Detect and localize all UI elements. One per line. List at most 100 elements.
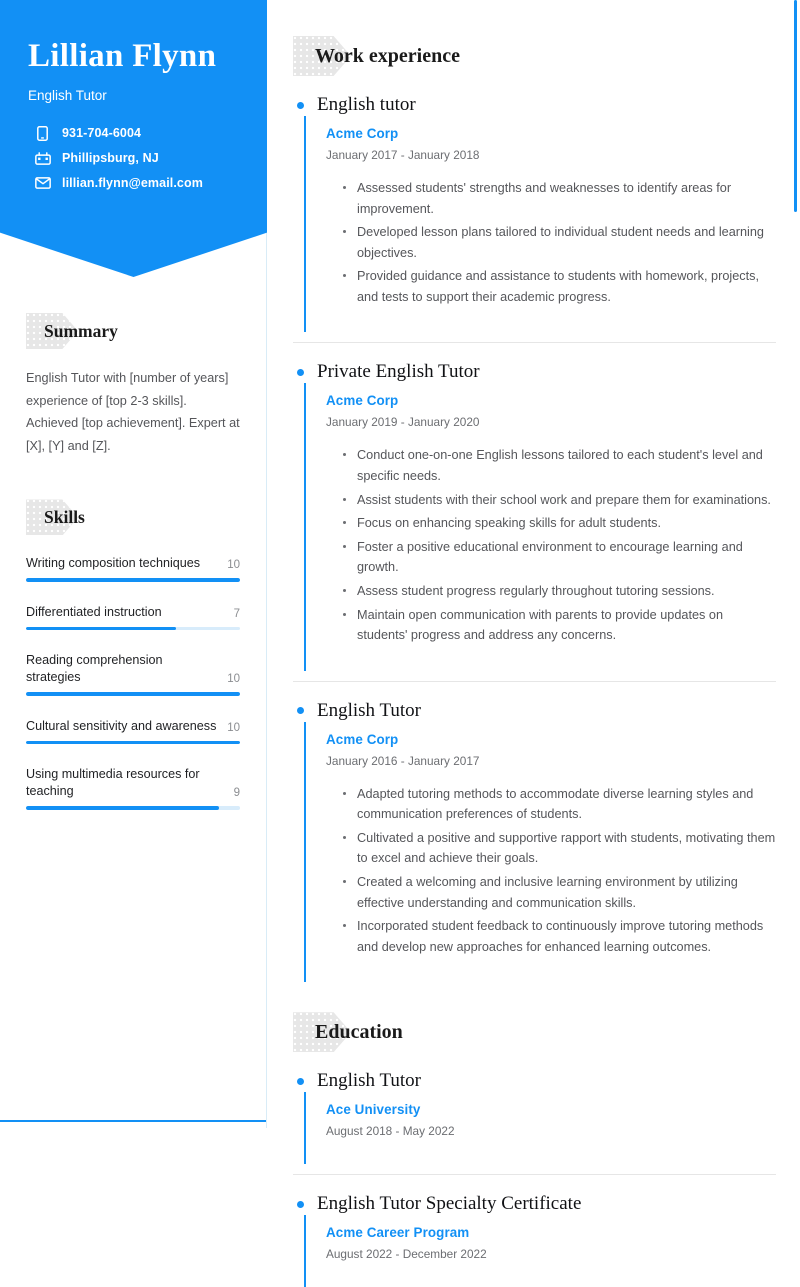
entry-title-row: English Tutor <box>293 1070 776 1092</box>
skill-progress-bar <box>26 740 240 745</box>
summary-heading: Summary <box>26 313 144 349</box>
skill-progress-fill <box>26 806 219 810</box>
work-experience-list: English tutor Acme Corp January 2017 - Jan… <box>293 76 776 983</box>
entry-title: Private English Tutor <box>317 361 480 383</box>
skill-name: Reading comprehension strategies <box>26 653 163 685</box>
experience-entry: English tutor Acme Corp January 2017 - Jan… <box>293 76 776 333</box>
entry-organization[interactable]: Acme Corp <box>326 732 776 747</box>
education-heading: Education <box>293 1012 429 1052</box>
skill-value: 9 <box>233 787 240 800</box>
skill-header: Differentiated instruction 7 <box>26 604 240 621</box>
skill-name: Using multimedia resources for teaching <box>26 767 200 799</box>
email-icon <box>34 176 51 191</box>
entry-bullet: Created a welcoming and inclusive learni… <box>343 872 776 913</box>
main-content: Work experience English tutor Acme Corp Ja… <box>267 0 800 1287</box>
contact-location-value: Phillipsburg, NJ <box>62 151 159 166</box>
entry-title: English Tutor <box>317 699 422 721</box>
entry-body: Ace University August 2018 - May 2022 <box>304 1092 776 1165</box>
bullet-dot-icon <box>297 707 304 715</box>
skill-item: Using multimedia resources for teaching 9 <box>26 766 240 810</box>
entry-body: Acme Corp January 2017 - January 2018 Asse… <box>304 116 776 333</box>
page-title: Lillian Flynn <box>28 38 217 74</box>
contact-email-value: lillian.flynn@email.com <box>62 176 203 191</box>
summary-text: English Tutor with [number of years] exp… <box>26 371 240 453</box>
entry-dates: August 2018 - May 2022 <box>326 1124 455 1139</box>
skill-header: Using multimedia resources for teaching 9 <box>26 766 240 800</box>
entry-body: Acme Corp January 2019 - January 2020 Cond… <box>304 383 776 671</box>
entry-dates: January 2017 - January 2018 <box>326 148 480 162</box>
experience-entry: English Tutor Specialty Certificate Acme … <box>293 1174 776 1287</box>
skill-item: Differentiated instruction 7 <box>26 604 240 631</box>
resume-page: Lillian Flynn English Tutor 931-704-6004 <box>0 0 800 1287</box>
skill-name: Writing composition techniques <box>26 556 201 571</box>
entry-title-row: English Tutor Specialty Certificate <box>293 1193 776 1215</box>
skill-name: Differentiated instruction <box>26 604 162 619</box>
entry-dates: January 2016 - January 2017 <box>326 753 480 768</box>
entry-title: English Tutor <box>317 1070 422 1092</box>
summary-heading-label: Summary <box>44 321 118 341</box>
entry-bullet: Provided guidance and assistance to stud… <box>343 266 776 307</box>
skill-item: Writing composition techniques 10 <box>26 555 240 582</box>
entry-bullet: Conduct one-on-one English lessons tailo… <box>343 445 776 486</box>
entry-bullet: Developed lesson plans tailored to indiv… <box>343 222 776 263</box>
skill-progress-fill <box>26 692 240 696</box>
skill-progress-fill <box>26 578 240 582</box>
bullet-dot-icon <box>297 1077 304 1085</box>
skill-header: Reading comprehension strategies 10 <box>26 652 240 686</box>
entry-title-row: English Tutor <box>293 700 776 722</box>
work-experience-heading: Work experience <box>293 36 486 76</box>
entry-body: Acme Career Program August 2022 - Decembe… <box>304 1215 776 1287</box>
education-heading-label: Education <box>315 1021 403 1044</box>
skills-heading-label: Skills <box>44 507 85 528</box>
entry-organization[interactable]: Acme Corp <box>326 126 776 141</box>
entry-bullet: Adapted tutoring methods to accommodate … <box>343 784 776 825</box>
bullet-dot-icon <box>297 368 304 376</box>
skill-progress-bar <box>26 578 240 582</box>
contact-list: 931-704-6004 Phillipsburg, NJ lillian.fl… <box>28 125 239 191</box>
contact-email[interactable]: lillian.flynn@email.com <box>34 176 239 191</box>
contact-location[interactable]: Phillipsburg, NJ <box>34 151 239 166</box>
entry-organization[interactable]: Ace University <box>326 1102 776 1117</box>
skill-progress-fill <box>26 740 240 745</box>
entry-bullet: Incorporated student feedback to continu… <box>343 916 776 957</box>
skill-value: 10 <box>227 673 240 686</box>
entry-bullet: Focus on enhancing speaking skills for a… <box>343 513 776 534</box>
contact-phone[interactable]: 931-704-6004 <box>34 125 239 141</box>
skill-progress-bar <box>26 692 240 696</box>
entry-title: English Tutor Specialty Certificate <box>317 1193 582 1215</box>
location-icon <box>34 151 51 166</box>
entry-title-row: Private English Tutor <box>293 361 776 383</box>
entry-organization[interactable]: Acme Career Program <box>326 1225 776 1240</box>
skill-value: 10 <box>227 559 240 572</box>
skill-item: Reading comprehension strategies 10 <box>26 652 240 696</box>
experience-entry: English Tutor Acme Corp January 2016 - Jan… <box>293 680 776 983</box>
skill-value: 10 <box>227 721 240 734</box>
skills-heading: Skills <box>26 499 111 535</box>
header-banner: Lillian Flynn English Tutor 931-704-6004 <box>0 0 267 277</box>
entry-bullet: Maintain open communication with parents… <box>343 605 776 646</box>
scrollbar-thumb[interactable] <box>794 0 797 212</box>
skill-header: Cultural sensitivity and awareness 10 <box>26 718 240 735</box>
entry-bullet-list: Conduct one-on-one English lessons tailo… <box>326 445 776 645</box>
experience-entry: Private English Tutor Acme Corp January 20… <box>293 342 776 671</box>
entry-title-row: English tutor <box>293 94 776 116</box>
phone-icon <box>34 125 51 141</box>
entry-organization[interactable]: Acme Corp <box>326 393 776 408</box>
sidebar: Lillian Flynn English Tutor 931-704-6004 <box>0 0 267 1128</box>
entry-bullet: Assist students with their school work a… <box>343 490 776 511</box>
entry-bullet: Foster a positive educational environmen… <box>343 537 776 578</box>
summary-section: Summary English Tutor with [number of ye… <box>0 313 266 457</box>
skill-progress-fill <box>26 626 176 631</box>
experience-entry: English Tutor Ace University August 2018 -… <box>293 1052 776 1165</box>
entry-bullet-list: Assessed students' strengths and weaknes… <box>326 178 776 307</box>
entry-dates: January 2019 - January 2020 <box>326 415 480 430</box>
header-job-title: English Tutor <box>28 87 107 103</box>
bullet-dot-icon <box>297 1200 304 1208</box>
bullet-dot-icon <box>297 101 304 109</box>
skill-progress-bar <box>26 806 240 810</box>
skills-list: Writing composition techniques 10 Differen… <box>26 555 240 810</box>
education-list: English Tutor Ace University August 2018 -… <box>293 1052 776 1287</box>
entry-bullet: Assess student progress regularly throug… <box>343 581 776 602</box>
skills-section: Skills Writing composition techniques 10 D… <box>0 499 266 810</box>
